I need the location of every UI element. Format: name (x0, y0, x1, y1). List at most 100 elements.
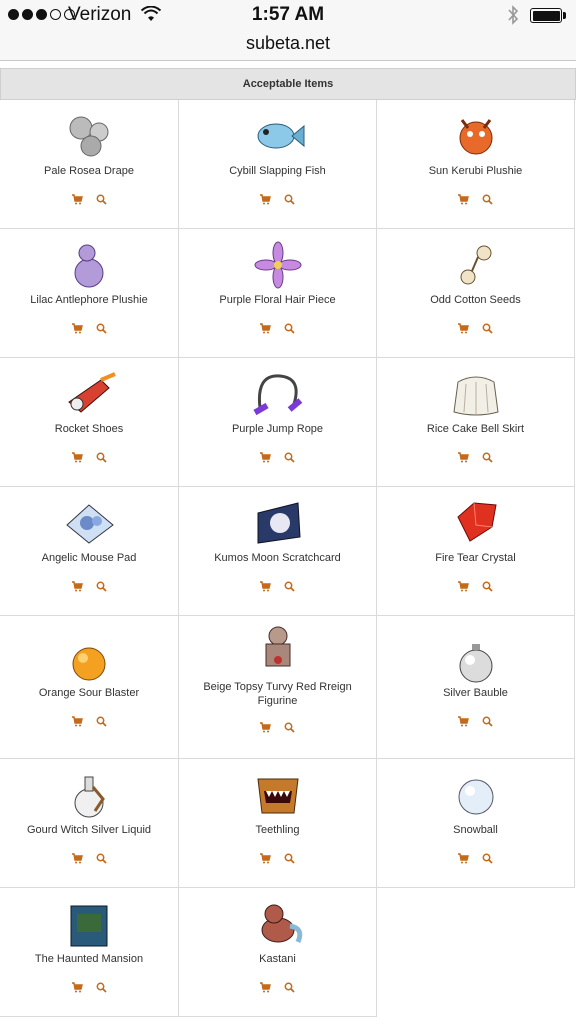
orange-candy-icon[interactable] (61, 636, 117, 686)
item-cell: Silver Bauble (377, 616, 575, 759)
item-cell: Rocket Shoes (0, 358, 179, 487)
potion-bottle-icon[interactable] (61, 769, 117, 819)
search-icon[interactable] (284, 581, 296, 593)
status-bar: Verizon 1:57 AM (0, 0, 576, 30)
search-icon[interactable] (284, 982, 296, 994)
shopping-cart-icon[interactable] (260, 853, 272, 865)
search-icon[interactable] (95, 982, 107, 994)
shopping-cart-icon[interactable] (260, 722, 272, 734)
item-actions (0, 323, 178, 335)
item-name: Odd Cotton Seeds (430, 294, 521, 306)
item-name: Rice Cake Bell Skirt (426, 423, 525, 435)
search-icon[interactable] (482, 452, 494, 464)
item-name: Gourd Witch Silver Liquid (26, 824, 152, 836)
shopping-cart-icon[interactable] (71, 452, 83, 464)
snowball-icon[interactable] (448, 769, 504, 819)
search-icon[interactable] (95, 853, 107, 865)
item-cell: Gourd Witch Silver Liquid (0, 759, 179, 888)
item-cell: Cybill Slapping Fish (179, 100, 377, 229)
search-icon[interactable] (284, 853, 296, 865)
item-cell: Orange Sour Blaster (0, 616, 179, 759)
shopping-cart-icon[interactable] (260, 323, 272, 335)
item-cell: Fire Tear Crystal (377, 487, 575, 616)
shopping-cart-icon[interactable] (71, 323, 83, 335)
item-actions (0, 194, 178, 206)
search-icon[interactable] (95, 452, 107, 464)
shopping-cart-icon[interactable] (458, 452, 470, 464)
shopping-cart-icon[interactable] (71, 716, 83, 728)
silver-bauble-icon[interactable] (448, 636, 504, 686)
item-cell: Kastani (179, 888, 377, 1017)
item-name: Lilac Antlephore Plushie (30, 294, 148, 306)
item-name: Teethling (255, 824, 300, 836)
shopping-cart-icon[interactable] (260, 581, 272, 593)
items-grid: Pale Rosea Drape Cybill Slapping Fish Sun … (0, 100, 576, 1017)
purple-plushie-icon[interactable] (61, 239, 117, 289)
item-cell: Snowball (377, 759, 575, 888)
item-actions (377, 581, 574, 593)
blue-fish-icon[interactable] (250, 110, 306, 160)
item-actions (179, 581, 376, 593)
item-name: Pale Rosea Drape (44, 165, 134, 177)
table-header: Acceptable Items (0, 68, 576, 100)
shopping-cart-icon[interactable] (458, 853, 470, 865)
blue-book-icon[interactable] (61, 898, 117, 948)
shopping-cart-icon[interactable] (71, 853, 83, 865)
search-icon[interactable] (284, 722, 296, 734)
item-name: Kumos Moon Scratchcard (214, 552, 341, 564)
item-name: The Haunted Mansion (34, 953, 144, 965)
battery-tip (563, 12, 566, 19)
search-icon[interactable] (482, 716, 494, 728)
search-icon[interactable] (284, 452, 296, 464)
search-icon[interactable] (482, 323, 494, 335)
search-icon[interactable] (284, 323, 296, 335)
shopping-cart-icon[interactable] (458, 194, 470, 206)
shopping-cart-icon[interactable] (71, 982, 83, 994)
search-icon[interactable] (284, 194, 296, 206)
search-icon[interactable] (482, 194, 494, 206)
red-crystal-icon[interactable] (448, 497, 504, 547)
item-name: Cybill Slapping Fish (229, 165, 326, 177)
acceptable-items-table: Acceptable Items Pale Rosea Drape Cybill … (0, 68, 576, 1017)
purple-flower-icon[interactable] (250, 239, 306, 289)
white-skirt-icon[interactable] (448, 368, 504, 418)
shopping-cart-icon[interactable] (71, 194, 83, 206)
mouse-pad-icon[interactable] (61, 497, 117, 547)
jump-rope-icon[interactable] (250, 368, 306, 418)
item-actions (377, 716, 574, 728)
search-icon[interactable] (95, 716, 107, 728)
item-cell: The Haunted Mansion (0, 888, 179, 1017)
figurine-icon[interactable] (250, 624, 306, 674)
shopping-cart-icon[interactable] (458, 581, 470, 593)
search-icon[interactable] (482, 853, 494, 865)
item-actions (179, 722, 376, 734)
orange-plushie-icon[interactable] (448, 110, 504, 160)
search-icon[interactable] (95, 581, 107, 593)
search-icon[interactable] (95, 323, 107, 335)
shopping-cart-icon[interactable] (458, 323, 470, 335)
item-cell: Pale Rosea Drape (0, 100, 179, 229)
search-icon[interactable] (482, 581, 494, 593)
grey-roses-icon[interactable] (61, 110, 117, 160)
scratchcard-icon[interactable] (250, 497, 306, 547)
shopping-cart-icon[interactable] (260, 452, 272, 464)
item-actions (377, 452, 574, 464)
teeth-creature-icon[interactable] (250, 769, 306, 819)
shopping-cart-icon[interactable] (458, 716, 470, 728)
address-bar[interactable]: subeta.net (0, 30, 576, 61)
bluetooth-icon (506, 5, 520, 30)
shopping-cart-icon[interactable] (260, 194, 272, 206)
kastani-pet-icon[interactable] (250, 898, 306, 948)
shopping-cart-icon[interactable] (260, 982, 272, 994)
item-name: Orange Sour Blaster (38, 687, 140, 699)
item-actions (0, 452, 178, 464)
item-cell: Rice Cake Bell Skirt (377, 358, 575, 487)
item-cell: Teethling (179, 759, 377, 888)
rocket-shoes-icon[interactable] (61, 368, 117, 418)
search-icon[interactable] (95, 194, 107, 206)
shopping-cart-icon[interactable] (71, 581, 83, 593)
item-name: Purple Floral Hair Piece (219, 294, 336, 306)
item-name: Silver Bauble (443, 687, 508, 699)
item-cell: Kumos Moon Scratchcard (179, 487, 377, 616)
cotton-seeds-icon[interactable] (448, 239, 504, 289)
